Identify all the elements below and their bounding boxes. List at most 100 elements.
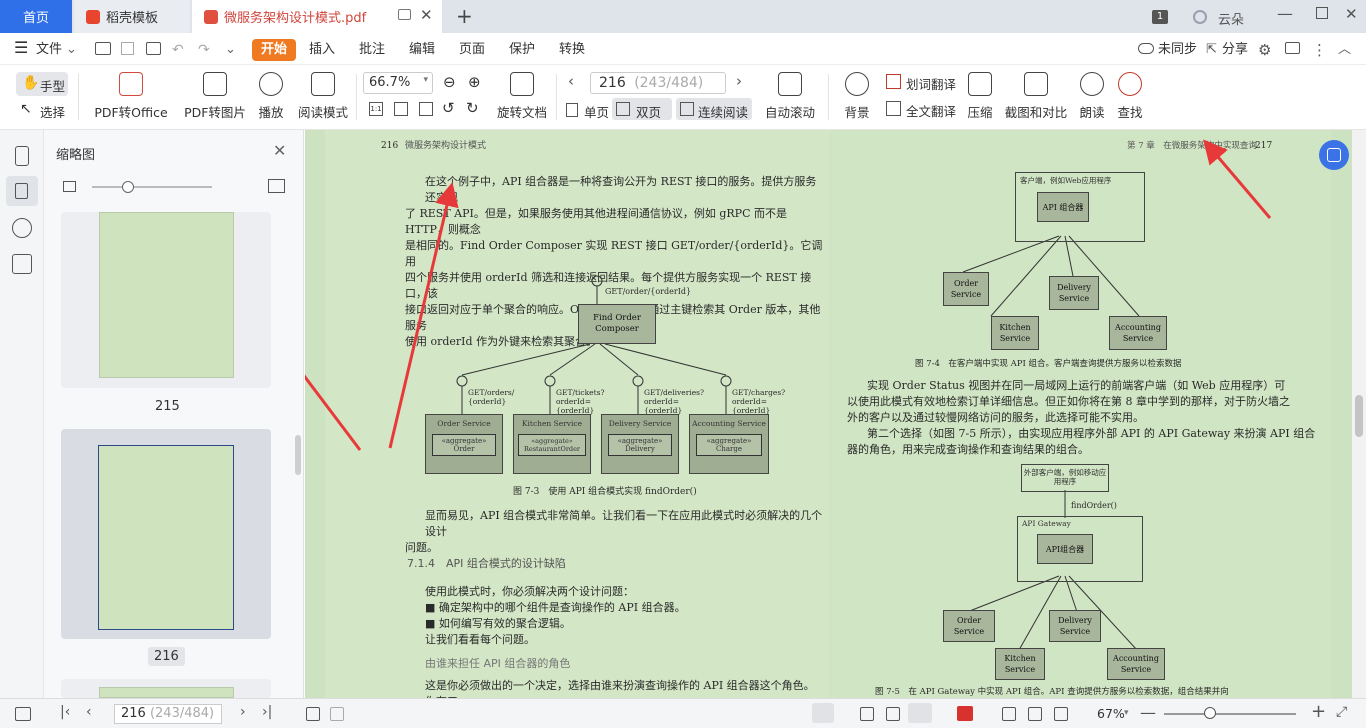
settings-gear-icon[interactable]: ⚙	[1258, 39, 1271, 61]
prev-page-icon[interactable]: ‹	[568, 72, 574, 90]
forward-view-icon[interactable]	[330, 707, 344, 721]
thumbnail-215[interactable]	[61, 212, 271, 388]
minimize-icon[interactable]: —	[1277, 4, 1293, 23]
large-thumb-icon[interactable]	[268, 179, 285, 193]
single-page-view-icon[interactable]	[860, 707, 874, 721]
share-icon[interactable]: ⇱	[1206, 39, 1217, 61]
pdf-to-image-button[interactable]: PDF转图片	[184, 72, 246, 121]
slider-handle[interactable]	[122, 181, 134, 193]
comment-icon[interactable]	[1285, 42, 1300, 54]
close-window-icon[interactable]: ✕	[1345, 5, 1358, 23]
fit-width-icon[interactable]	[419, 102, 433, 116]
fit-width-icon[interactable]	[1054, 707, 1068, 721]
background-button[interactable]: 背景	[840, 72, 874, 121]
thumbnail-panel-button[interactable]	[6, 176, 38, 206]
vertical-scrollbar[interactable]	[1352, 130, 1366, 698]
last-page-icon[interactable]: ›|	[262, 704, 272, 720]
save-icon[interactable]	[121, 42, 134, 55]
thumbnail-size-slider[interactable]	[92, 181, 212, 193]
continuous-read-button[interactable]: 连续阅读	[676, 98, 752, 120]
rotate-left-icon[interactable]: ↺	[442, 99, 455, 117]
menu-annotate[interactable]: 批注	[359, 39, 385, 61]
page-number-input[interactable]: 216 (243/484)	[590, 72, 726, 94]
prev-page-icon[interactable]: ‹	[86, 704, 92, 720]
zoom-slider-handle[interactable]	[1204, 707, 1216, 719]
hand-tool[interactable]: ✋ 手型	[16, 72, 68, 96]
signature-icon[interactable]	[12, 254, 32, 274]
tab-document[interactable]: 微服务架构设计模式.pdf ✕	[192, 0, 442, 33]
read-aloud-button[interactable]: 朗读	[1078, 72, 1106, 121]
new-tab-icon[interactable]: +	[456, 4, 473, 28]
sync-status[interactable]: 未同步	[1158, 39, 1197, 61]
continuous-view-icon[interactable]	[908, 703, 932, 723]
open-folder-icon[interactable]	[95, 42, 111, 55]
attachment-icon[interactable]	[12, 218, 32, 238]
menu-convert[interactable]: 转换	[559, 39, 585, 61]
user-avatar-icon[interactable]	[1193, 10, 1207, 24]
fit-page-icon[interactable]	[394, 102, 408, 116]
close-panel-icon[interactable]: ✕	[273, 141, 286, 160]
auto-scroll-button[interactable]: 自动滚动	[762, 72, 818, 121]
eye-protection-icon[interactable]	[812, 703, 834, 723]
rotate-document-button[interactable]: 旋转文档	[496, 72, 548, 121]
rotate-right-icon[interactable]: ↻	[466, 99, 479, 117]
pdf-to-office-button[interactable]: PDF转Office	[92, 72, 170, 121]
small-thumb-icon[interactable]	[63, 181, 76, 192]
menu-page[interactable]: 页面	[459, 39, 485, 61]
more-chevron-icon[interactable]: ⌄	[225, 39, 236, 61]
document-view[interactable]: 216 微服务架构设计模式 在这个例子中，API 组合器是一种将查询公开为 RE…	[305, 130, 1352, 698]
actual-size-icon[interactable]: 1:1	[369, 102, 383, 116]
cloud-sync-icon[interactable]	[1138, 43, 1154, 54]
zoom-in-icon[interactable]: ⊕	[468, 73, 481, 91]
double-page-button[interactable]: 双页	[612, 98, 672, 120]
zoom-out-icon[interactable]: ⊖	[443, 73, 456, 91]
print-icon[interactable]	[146, 42, 161, 55]
double-page-view-icon[interactable]	[886, 707, 900, 721]
sidebar-toggle-icon[interactable]	[15, 707, 31, 721]
menu-insert[interactable]: 插入	[309, 39, 335, 61]
zoom-dropdown-icon[interactable]: ▾	[1124, 708, 1129, 718]
find-button[interactable]: 查找	[1116, 72, 1144, 121]
play-button[interactable]: 播放	[256, 72, 286, 121]
read-mode-button[interactable]: 阅读模式	[298, 72, 348, 121]
status-page-input[interactable]: 216 (243/484)	[114, 704, 222, 724]
thumbnail-scrollbar[interactable]	[295, 435, 301, 475]
undo-icon[interactable]: ↶	[172, 39, 184, 61]
user-name[interactable]: 云朵	[1218, 9, 1244, 28]
scrollbar-thumb[interactable]	[1355, 395, 1363, 437]
status-zoom-value[interactable]: 67%	[1097, 706, 1125, 721]
tab-home[interactable]: 首页	[0, 0, 72, 33]
thumbnail-217[interactable]	[61, 679, 271, 698]
thumbnail-216[interactable]	[61, 429, 271, 639]
tab-daoke[interactable]: 稻壳模板	[74, 0, 190, 33]
next-page-icon[interactable]: ›	[240, 704, 246, 720]
hamburger-icon[interactable]: ☰	[14, 37, 28, 59]
menu-protect[interactable]: 保护	[509, 39, 535, 61]
pin-icon[interactable]	[398, 9, 411, 20]
zoom-in-icon[interactable]: +	[1311, 701, 1326, 722]
screenshot-compare-button[interactable]: 截图和对比	[1004, 72, 1068, 121]
play-slideshow-icon[interactable]	[957, 706, 973, 721]
fit-page-icon[interactable]	[1028, 707, 1042, 721]
actual-size-icon[interactable]	[1002, 707, 1016, 721]
menu-file[interactable]: 文件	[36, 39, 62, 61]
chevron-down-icon[interactable]: ⌄	[66, 39, 77, 61]
zoom-select[interactable]: 66.7% ▾	[363, 72, 433, 94]
back-view-icon[interactable]	[306, 707, 320, 721]
fullscreen-icon[interactable]: ⤢	[1336, 704, 1347, 720]
next-page-icon[interactable]: ›	[736, 72, 742, 90]
first-page-icon[interactable]: |‹	[60, 704, 70, 720]
maximize-icon[interactable]	[1316, 7, 1328, 19]
compress-button[interactable]: 压缩	[966, 72, 994, 121]
menu-start[interactable]: 开始	[252, 39, 297, 61]
bookmark-icon[interactable]	[15, 146, 29, 166]
window-count-badge[interactable]: 1	[1152, 10, 1168, 24]
redo-icon[interactable]: ↷	[198, 39, 210, 61]
zoom-out-icon[interactable]: —	[1140, 703, 1156, 722]
zoom-slider[interactable]	[1164, 707, 1296, 719]
collapse-ribbon-icon[interactable]: ︿	[1338, 39, 1351, 61]
menu-share[interactable]: 分享	[1222, 39, 1248, 61]
more-icon[interactable]: ⋮	[1312, 39, 1327, 61]
menu-edit[interactable]: 编辑	[409, 39, 435, 61]
floating-assistant-button[interactable]	[1319, 140, 1349, 170]
